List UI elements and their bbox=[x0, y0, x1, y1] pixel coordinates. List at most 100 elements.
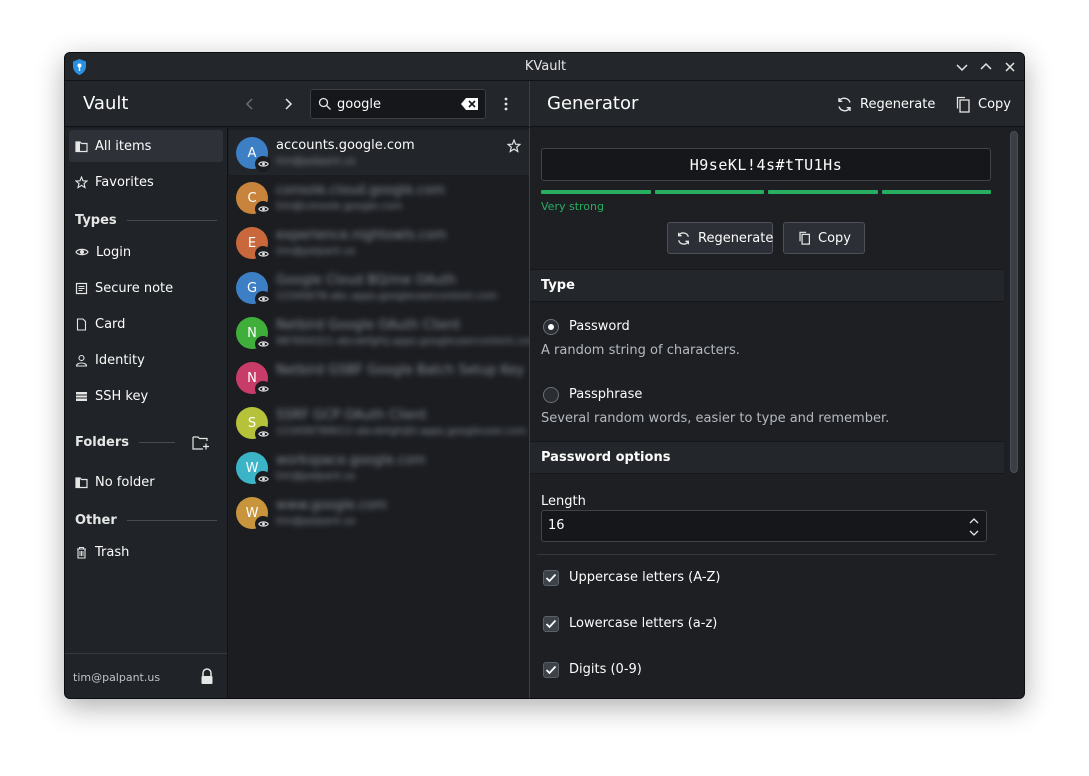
list-item-subtitle: tim@palpant.us bbox=[276, 471, 356, 482]
sidebar-item-label: No folder bbox=[95, 474, 155, 490]
sidebar-item-ssh-key[interactable]: SSH key bbox=[69, 380, 223, 412]
sidebar-item-favorites[interactable]: Favorites bbox=[69, 166, 223, 198]
overflow-menu-icon[interactable] bbox=[492, 90, 520, 118]
list-item[interactable]: N Netbird Google OAuth Client 987654321-ab… bbox=[229, 310, 538, 355]
uppercase-checkbox[interactable] bbox=[543, 570, 559, 586]
uppercase-label[interactable]: Uppercase letters (A-Z) bbox=[569, 570, 721, 585]
sidebar-item-label: Card bbox=[95, 316, 126, 332]
refresh-icon bbox=[676, 231, 691, 246]
list-item[interactable]: N Netbird GSBF Google Batch Setup Key bbox=[229, 355, 529, 400]
eye-icon bbox=[255, 156, 271, 172]
regenerate-button[interactable]: Regenerate bbox=[667, 222, 773, 254]
maximize-button[interactable] bbox=[977, 58, 995, 76]
digits-checkbox[interactable] bbox=[543, 662, 559, 678]
other-heading: Other bbox=[75, 513, 217, 528]
folders-heading-label: Folders bbox=[75, 435, 130, 450]
password-radio[interactable] bbox=[543, 319, 559, 335]
sidebar-item-login[interactable]: Login bbox=[69, 236, 223, 268]
refresh-icon bbox=[836, 96, 853, 113]
spin-arrows-icon[interactable] bbox=[968, 515, 980, 539]
list-item-title: Google Cloud BQ/me OAuth bbox=[276, 273, 457, 288]
strength-segment bbox=[768, 190, 878, 194]
note-icon bbox=[75, 282, 88, 295]
scrollbar-thumb[interactable] bbox=[1010, 131, 1018, 473]
close-window-button[interactable] bbox=[1001, 58, 1019, 76]
folders-heading: Folders bbox=[75, 435, 175, 450]
document-icon bbox=[75, 317, 88, 331]
list-item-title: accounts.google.com bbox=[276, 138, 415, 153]
title-bar: KVault bbox=[65, 53, 1024, 81]
sidebar-item-no-folder[interactable]: No folder bbox=[69, 466, 223, 498]
sidebar-item-label: Trash bbox=[95, 544, 130, 560]
person-icon bbox=[75, 354, 88, 367]
eye-icon bbox=[255, 471, 271, 487]
sidebar-item-secure-note[interactable]: Secure note bbox=[69, 272, 223, 304]
strength-segment bbox=[654, 190, 764, 194]
vault-title: Vault bbox=[83, 93, 129, 114]
header-regenerate-button[interactable]: Regenerate bbox=[836, 90, 935, 118]
copy-label: Copy bbox=[818, 230, 851, 246]
lowercase-label[interactable]: Lowercase letters (a-z) bbox=[569, 616, 717, 631]
passphrase-radio-label[interactable]: Passphrase bbox=[569, 387, 642, 402]
sidebar-item-identity[interactable]: Identity bbox=[69, 344, 223, 376]
list-item-title: Netbird GSBF Google Batch Setup Key bbox=[276, 363, 525, 378]
back-button[interactable] bbox=[236, 90, 264, 118]
list-item-subtitle: tim@console.google.com bbox=[276, 201, 403, 212]
header-regenerate-label: Regenerate bbox=[860, 96, 936, 112]
sidebar-item-label: All items bbox=[95, 138, 152, 154]
header-copy-button[interactable]: Copy bbox=[955, 90, 1011, 118]
lock-icon[interactable] bbox=[197, 667, 217, 687]
search-icon bbox=[318, 97, 332, 111]
favorite-star-icon[interactable] bbox=[507, 139, 521, 153]
list-item-subtitle: 123456789012-abcdefghijkl.apps.googleuse… bbox=[276, 426, 527, 437]
header-bar: Vault Generator Regenerate bbox=[65, 81, 1024, 127]
length-spinbox[interactable]: 16 bbox=[541, 510, 987, 542]
eye-icon bbox=[255, 426, 271, 442]
sidebar-footer: tim@palpant.us bbox=[65, 653, 227, 698]
sidebar: All items Favorites Types Login Secure n… bbox=[65, 128, 228, 698]
list-item-title: experience.nightowls.com bbox=[276, 228, 447, 243]
list-item-subtitle: tim@palpant.us bbox=[276, 246, 356, 257]
checkmark-icon bbox=[545, 619, 557, 629]
list-item[interactable]: G Google Cloud BQ/me OAuth 12345678-abc.ap… bbox=[229, 265, 529, 310]
password-radio-label[interactable]: Password bbox=[569, 319, 630, 334]
password-options-heading: Password options bbox=[530, 441, 1004, 474]
generated-password[interactable]: H9seKL!4s#tTU1Hs bbox=[541, 148, 991, 181]
type-section-heading: Type bbox=[530, 269, 1004, 302]
other-heading-label: Other bbox=[75, 513, 117, 528]
search-box[interactable] bbox=[310, 89, 486, 119]
sidebar-item-trash[interactable]: Trash bbox=[69, 536, 223, 568]
eye-icon bbox=[255, 201, 271, 217]
copy-icon bbox=[955, 96, 971, 113]
copy-button[interactable]: Copy bbox=[783, 222, 865, 254]
list-item[interactable]: Aaccounts.google.com tim@palpant.us bbox=[229, 130, 529, 175]
copy-icon bbox=[798, 231, 811, 245]
digits-label[interactable]: Digits (0-9) bbox=[569, 662, 642, 677]
sidebar-item-card[interactable]: Card bbox=[69, 308, 223, 340]
types-heading: Types bbox=[75, 213, 217, 228]
options-divider bbox=[537, 554, 996, 555]
eye-icon bbox=[255, 291, 271, 307]
list-item-subtitle: tim@palpant.us bbox=[276, 516, 356, 527]
list-item[interactable]: Eexperience.nightowls.com tim@palpant.us bbox=[229, 220, 529, 265]
search-input[interactable] bbox=[337, 95, 455, 113]
lowercase-checkbox[interactable] bbox=[543, 616, 559, 632]
sidebar-item-all-items[interactable]: All items bbox=[69, 130, 223, 162]
forward-button[interactable] bbox=[274, 90, 302, 118]
strength-segment bbox=[881, 190, 991, 194]
list-item-subtitle: 12345678-abc.apps.googleusercontent.com bbox=[276, 291, 498, 302]
header-copy-label: Copy bbox=[978, 96, 1011, 112]
generator-title: Generator bbox=[547, 93, 639, 114]
list-item[interactable]: Cconsole.cloud.google.com tim@console.goo… bbox=[229, 175, 529, 220]
list-item[interactable]: Wworkspace.google.com tim@palpant.us bbox=[229, 445, 529, 490]
passphrase-description: Several random words, easier to type and… bbox=[541, 411, 890, 426]
clear-search-icon[interactable] bbox=[460, 96, 480, 112]
list-item[interactable]: S SSRF GCP OAuth Client 123456789012-abcde… bbox=[229, 400, 529, 445]
generator-panel: H9seKL!4s#tTU1Hs Very strong Regenerate … bbox=[530, 128, 1004, 698]
list-item[interactable]: Wwww.google.com tim@palpant.us bbox=[229, 490, 529, 535]
new-folder-icon[interactable] bbox=[187, 429, 215, 457]
minimize-button[interactable] bbox=[953, 58, 971, 76]
eye-icon bbox=[75, 246, 89, 258]
passphrase-radio[interactable] bbox=[543, 387, 559, 403]
eye-icon bbox=[255, 246, 271, 262]
